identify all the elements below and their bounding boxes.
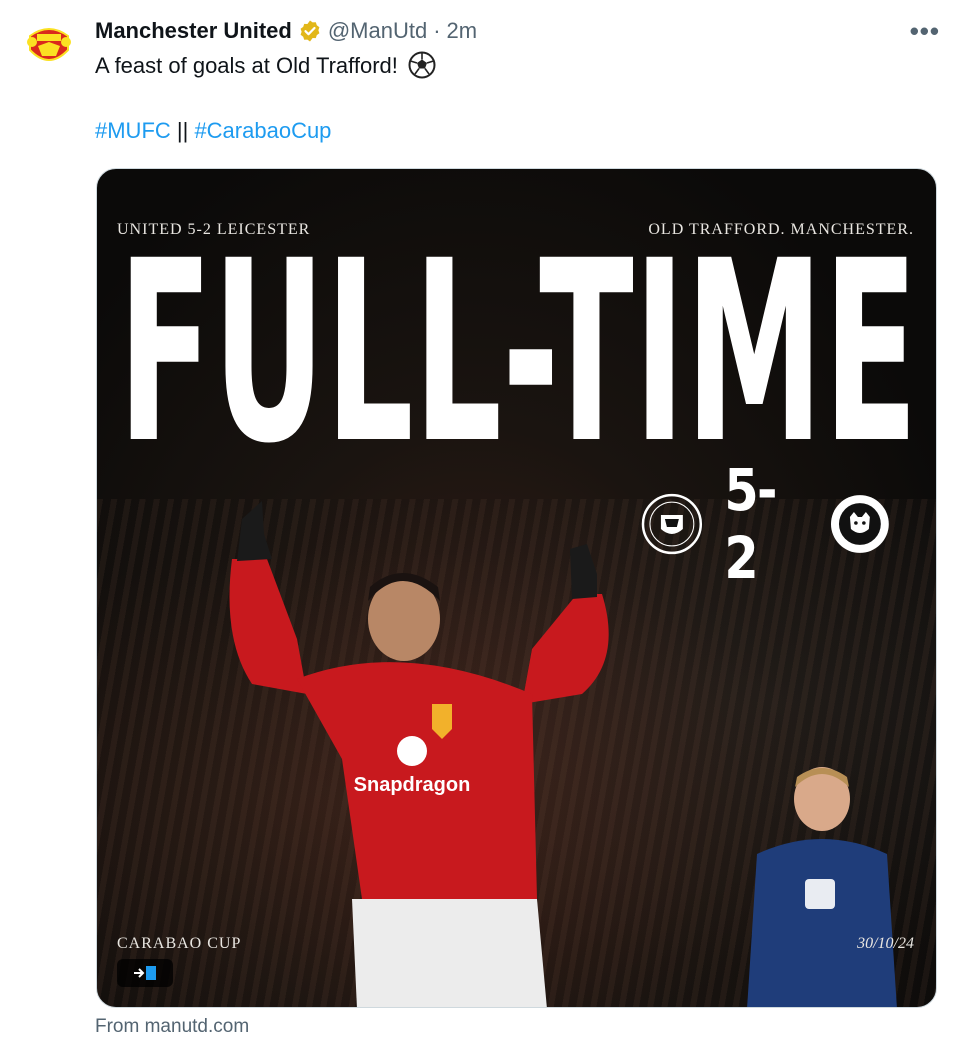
soccer-ball-icon [408,51,436,79]
sponsor-text: Snapdragon [354,774,471,796]
hashtags: #MUFC || #CarabaoCup [95,115,331,147]
author-handle[interactable]: @ManUtd [328,18,427,44]
separator-dot: · [433,18,441,43]
hashtag-carabaocup[interactable]: #CarabaoCup [194,118,331,143]
verified-badge-icon[interactable] [298,19,322,43]
man-utd-crest-icon [22,18,76,72]
scoreline: 5-2 [641,456,891,592]
home-crest-icon [641,493,703,555]
tweet-text-body: A feast of goals at Old Trafford! [95,53,398,78]
player-celebrating: Snapdragon [229,501,609,1007]
away-crest-icon [831,495,890,553]
avatar[interactable] [20,16,78,74]
competition-label: CARABAO CUP [117,935,242,952]
author-name[interactable]: Manchester United [95,18,292,44]
arrow-into-icon [134,966,156,980]
score: 5-2 [724,456,777,592]
hashtag-separator: || [170,118,195,143]
full-time-headline: FULL-TIME [118,249,918,449]
venue-label: OLD TRAFFORD. MANCHESTER. [648,221,914,238]
hashtag-mufc[interactable]: #MUFC [95,118,171,143]
timestamp[interactable]: 2m [447,18,478,44]
tweet-text: A feast of goals at Old Trafford! [95,50,436,82]
match-date: 30/10/24 [857,935,914,952]
away-player [747,767,897,1007]
link-source[interactable]: From manutd.com [95,1016,249,1038]
media-expand-button[interactable] [117,959,173,987]
full-time-text: FULL-TIME [118,249,918,449]
match-result-label: UNITED 5-2 LEICESTER [117,221,311,238]
more-options-icon[interactable]: ••• [910,18,940,44]
tweet-header: Manchester United @ManUtd · 2m [95,16,900,46]
media-image[interactable]: UNITED 5-2 LEICESTER OLD TRAFFORD. MANCH… [96,168,937,1008]
